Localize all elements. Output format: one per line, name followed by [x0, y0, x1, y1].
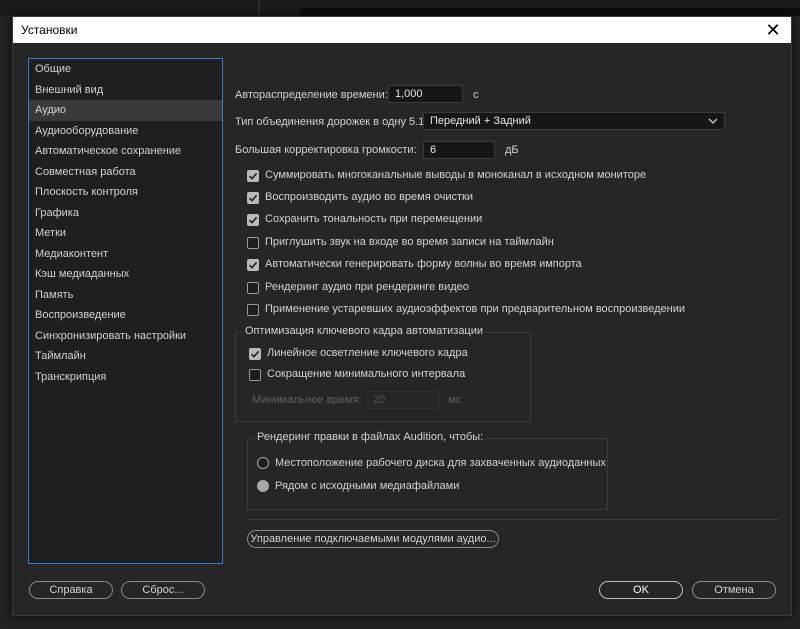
background-panel	[300, 8, 800, 16]
audition-group-title: Рендеринг правки в файлах Audition, чтоб…	[254, 431, 487, 443]
min-interval-checkbox[interactable]	[249, 369, 261, 381]
section-divider	[247, 519, 780, 520]
min-time-unit: мс	[448, 394, 462, 406]
sidebar-item-9[interactable]: Медиаконтент	[29, 244, 222, 265]
next-to-source-label: Рядом с исходными медиафайлами	[275, 480, 460, 492]
downmix-label: Тип объединения дорожек в одну 5.1:	[235, 116, 428, 128]
option-checkbox-0[interactable]	[247, 170, 259, 182]
option-label-2: Сохранить тональность при перемещении	[265, 213, 483, 225]
sidebar-item-15[interactable]: Транскрипция	[29, 367, 222, 388]
option-label-1: Воспроизводить аудио во время очистки	[265, 191, 473, 203]
min-time-input: 20	[366, 391, 439, 409]
title-bar: Установки ✕	[13, 17, 791, 43]
sidebar-item-0[interactable]: Общие	[29, 59, 222, 80]
option-checkbox-5[interactable]	[247, 282, 259, 294]
reset-button[interactable]: Сброс...	[121, 581, 205, 599]
audition-render-group: Рендеринг правки в файлах Audition, чтоб…	[247, 431, 608, 510]
background-divider	[258, 0, 260, 16]
min-time-label: Минимальное время:	[252, 394, 362, 406]
sidebar-item-12[interactable]: Воспроизведение	[29, 305, 222, 326]
keyframe-group-title: Оптимизация ключевого кадра автоматизаци…	[242, 325, 487, 337]
checkmark-icon	[250, 350, 260, 358]
ok-button[interactable]: OK	[599, 581, 683, 599]
linear-keyframe-label: Линейное осветление ключевого кадра	[267, 347, 468, 359]
option-label-4: Автоматически генерировать форму волны в…	[265, 258, 582, 270]
sidebar-item-3[interactable]: Аудиооборудование	[29, 121, 222, 142]
next-to-source-radio[interactable]	[257, 480, 269, 492]
auto-distribution-input[interactable]: 1,000	[388, 85, 463, 103]
option-checkbox-1[interactable]	[247, 192, 259, 204]
sidebar-item-2[interactable]: Аудио	[29, 100, 222, 121]
option-checkbox-4[interactable]	[247, 259, 259, 271]
downmix-select[interactable]: Передний + Задний	[423, 112, 725, 130]
sidebar-item-4[interactable]: Автоматическое сохранение	[29, 141, 222, 162]
sidebar-item-10[interactable]: Кэш медиаданных	[29, 264, 222, 285]
loudness-unit: дБ	[505, 144, 519, 156]
option-label-6: Применение устаревших аудиоэффектов при …	[265, 303, 686, 315]
sidebar-item-1[interactable]: Внешний вид	[29, 80, 222, 101]
scratch-disk-label: Местоположение рабочего диска для захвач…	[275, 457, 606, 469]
sidebar-item-5[interactable]: Совместная работа	[29, 162, 222, 183]
auto-distribution-label: Автораспределение времени:	[235, 89, 388, 101]
option-checkbox-3[interactable]	[247, 237, 259, 249]
checkmark-icon	[248, 261, 258, 269]
option-checkbox-6[interactable]	[247, 304, 259, 316]
sidebar-item-11[interactable]: Память	[29, 285, 222, 306]
loudness-label: Большая корректировка громкости:	[235, 144, 417, 156]
sidebar-item-8[interactable]: Метки	[29, 223, 222, 244]
checkmark-icon	[248, 194, 258, 202]
sidebar-item-7[interactable]: Графика	[29, 203, 222, 224]
sidebar-item-6[interactable]: Плоскость контроля	[29, 182, 222, 203]
window-title: Установки	[21, 23, 78, 37]
keyframe-optimization-group: Оптимизация ключевого кадра автоматизаци…	[235, 325, 531, 422]
close-button[interactable]: ✕	[761, 19, 785, 41]
option-label-3: Приглушить звук на входе во время записи…	[265, 236, 554, 248]
option-checkbox-2[interactable]	[247, 214, 259, 226]
scratch-disk-radio[interactable]	[257, 457, 269, 469]
loudness-input[interactable]: 6	[423, 141, 495, 159]
cancel-button[interactable]: Отмена	[692, 581, 776, 599]
checkmark-icon	[248, 172, 258, 180]
downmix-value: Передний + Задний	[430, 115, 531, 127]
checkmark-icon	[248, 216, 258, 224]
option-label-5: Рендеринг аудио при рендеринге видео	[265, 281, 469, 293]
help-button[interactable]: Справка	[29, 581, 113, 599]
auto-distribution-unit: с	[473, 89, 479, 101]
manage-audio-plugins-button[interactable]: Управление подключаемыми модулями аудио.…	[247, 530, 499, 548]
sidebar-item-14[interactable]: Таймлайн	[29, 346, 222, 367]
linear-keyframe-checkbox[interactable]	[249, 348, 261, 360]
preferences-category-list[interactable]: Общие Внешний вид Аудио Аудиооборудование Ав…	[28, 58, 223, 564]
option-label-0: Суммировать многоканальные выводы в моно…	[265, 169, 647, 181]
audio-settings-pane: Автораспределение времени: 1,000 с Тип о…	[235, 58, 780, 568]
chevron-down-icon	[708, 118, 718, 124]
preferences-dialog: Установки ✕ Общие Внешний вид Аудио Аудиооб…	[12, 16, 792, 616]
sidebar-item-13[interactable]: Синхронизировать настройки	[29, 326, 222, 347]
min-interval-label: Сокращение минимального интервала	[267, 368, 466, 380]
